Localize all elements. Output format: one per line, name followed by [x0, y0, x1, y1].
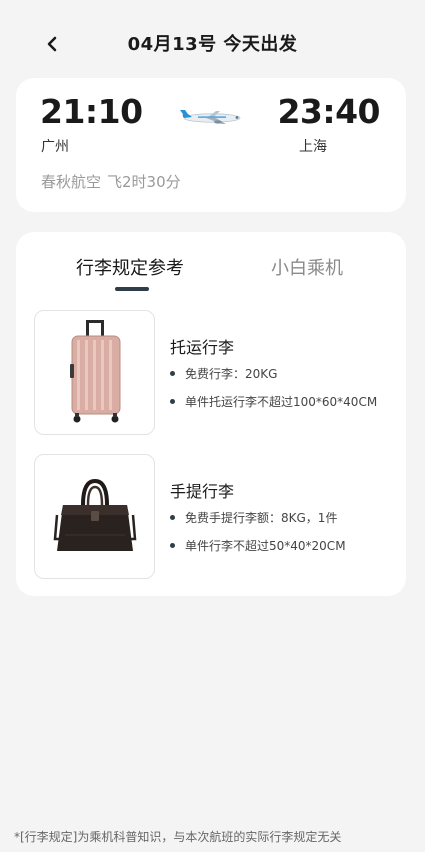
flight-duration: 飞2时30分	[107, 173, 181, 191]
handbag-icon	[53, 478, 136, 551]
departure-city: 广州	[41, 139, 69, 155]
departure-time: 21:10	[40, 92, 143, 131]
carry-on-baggage-size-limit: 单件行李不超过50*40*20CM	[170, 537, 346, 554]
arrival-city: 上海	[299, 139, 327, 155]
suitcase-icon	[69, 319, 120, 422]
airline-info: 春秋航空 飞2时30分	[41, 171, 181, 192]
airplane-icon	[180, 110, 241, 124]
checked-baggage-size-limit: 单件托运行李不超过100*60*40CM	[170, 393, 377, 410]
disclaimer-note: *[行李规定]为乘机科普知识，与本次航班的实际行李规定无关	[14, 830, 342, 844]
active-tab-indicator	[115, 287, 149, 291]
airline-name: 春秋航空	[41, 173, 102, 191]
baggage-rules-card: 行李规定参考 小白乘机 托运行李 免费行李：20KG 单件托运行李不超过100*…	[16, 232, 406, 596]
checked-baggage-allowance: 免费行李：20KG	[170, 365, 277, 382]
flight-summary-card: 21:10 广州 23:40 上海 春秋航空 飞2时30分	[16, 78, 406, 212]
top-bar: 04月13号 今天出发	[0, 0, 425, 86]
carry-on-baggage-title: 手提行李	[170, 482, 235, 501]
checked-baggage-item: 托运行李 免费行李：20KG 单件托运行李不超过100*60*40CM	[34, 310, 394, 435]
arrival-time: 23:40	[277, 92, 380, 131]
tab-baggage-rules[interactable]: 行李规定参考	[76, 254, 184, 280]
page-title: 04月13号 今天出发	[127, 34, 298, 55]
carry-on-baggage-item: 手提行李 免费手提行李额：8KG，1件 单件行李不超过50*40*20CM	[34, 454, 394, 579]
checked-baggage-image	[34, 310, 155, 435]
checked-baggage-title: 托运行李	[170, 338, 235, 357]
tab-beginner-boarding[interactable]: 小白乘机	[271, 254, 343, 280]
carry-on-baggage-image	[34, 454, 155, 579]
carry-on-baggage-allowance: 免费手提行李额：8KG，1件	[170, 509, 337, 526]
